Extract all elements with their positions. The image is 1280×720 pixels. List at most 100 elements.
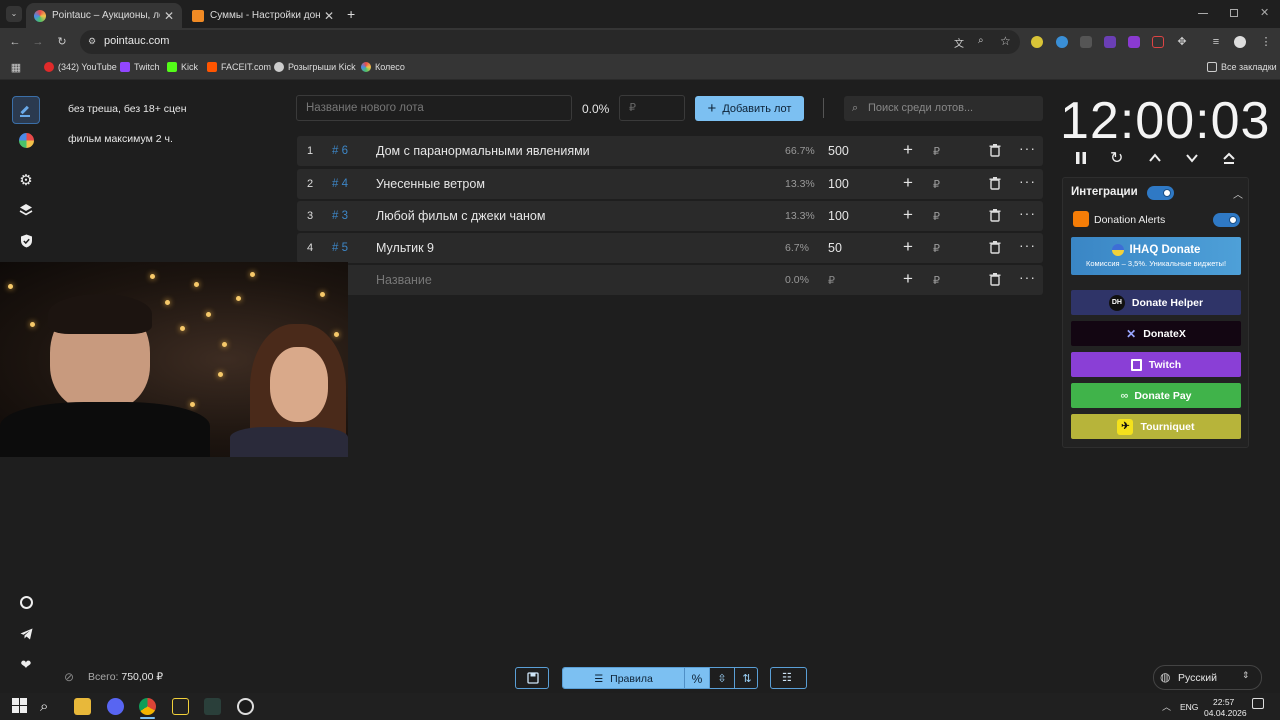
tab-donation-settings[interactable]: Суммы - Настройки донатов ✕ <box>184 3 342 28</box>
tray-chevron-icon[interactable]: ︿ <box>1162 700 1171 713</box>
discord-icon[interactable] <box>107 698 124 715</box>
bookmark-youtube[interactable]: (342) YouTube <box>44 62 117 72</box>
clear-lots-button[interactable]: ☷ <box>770 667 807 689</box>
tab-search-button[interactable]: ⌄ <box>6 6 22 22</box>
windows-start-icon[interactable] <box>12 698 29 715</box>
restart-icon[interactable]: ↻ <box>1110 148 1126 167</box>
lot-currency[interactable]: ₽ <box>933 242 940 255</box>
double-chevron-up-icon[interactable] <box>1222 151 1238 167</box>
back-icon[interactable]: ← <box>9 36 21 48</box>
new-lot-amount-input[interactable]: ₽ <box>619 95 685 121</box>
add-lot-button[interactable]: + Добавить лот <box>695 96 804 121</box>
collapse-chevron-icon[interactable]: ︿ <box>1233 186 1243 201</box>
address-bar[interactable]: ⚙ pointauc.com 文 ⌕ ☆ <box>80 30 1020 54</box>
app-icon[interactable] <box>172 698 189 715</box>
layers-nav-button[interactable] <box>12 196 40 224</box>
terminal-icon[interactable] <box>204 698 221 715</box>
bookmark-wheel[interactable]: Колесо <box>361 62 405 72</box>
save-button[interactable] <box>515 667 549 689</box>
language-select[interactable]: ◍ Русский ⇕ <box>1153 665 1262 690</box>
bookmark-kick[interactable]: Kick <box>167 62 198 72</box>
all-bookmarks[interactable]: Все закладки <box>1207 62 1277 72</box>
lot-currency[interactable]: ₽ <box>933 274 940 287</box>
more-options-icon[interactable]: ··· <box>1019 269 1036 285</box>
hide-total-icon[interactable]: ⊘ <box>64 670 74 684</box>
extensions-puzzle-icon[interactable]: ✥ <box>1176 36 1188 48</box>
reduce-time-chevron-down-icon[interactable] <box>1185 151 1201 167</box>
bookmark-twitch[interactable]: Twitch <box>120 62 160 72</box>
trash-icon[interactable] <box>989 144 1001 160</box>
lot-amount[interactable]: 100 <box>828 209 849 223</box>
more-options-icon[interactable]: ··· <box>1019 205 1036 221</box>
search-icon[interactable]: ⌕ <box>40 698 57 715</box>
donation-alerts-toggle[interactable] <box>1213 213 1240 227</box>
new-lot-name-input[interactable]: Название нового лота <box>296 95 572 121</box>
lot-currency[interactable]: ₽ <box>933 145 940 158</box>
integrations-toggle[interactable] <box>1147 186 1174 200</box>
bookmark-kick-giveaways[interactable]: Розыгрыши Kick <box>274 62 356 72</box>
add-amount-icon[interactable]: + <box>903 269 913 289</box>
donate-nav-button[interactable]: ❤ <box>12 651 40 679</box>
restore-window-icon[interactable] <box>1230 9 1238 17</box>
obs-icon[interactable] <box>237 698 254 715</box>
lot-currency[interactable]: ₽ <box>933 178 940 191</box>
forward-icon[interactable]: → <box>32 36 44 48</box>
lot-amount[interactable]: 50 <box>828 241 842 255</box>
lot-currency[interactable]: ₽ <box>933 210 940 223</box>
trash-icon[interactable] <box>989 241 1001 257</box>
bookmark-star-icon[interactable]: ☆ <box>1000 34 1011 48</box>
donate-pay-button[interactable]: ∞ Donate Pay <box>1071 383 1241 408</box>
ihaq-donate-button[interactable]: IHAQ Donate Комиссия – 3,5%. Уникальные … <box>1071 237 1241 275</box>
extension-icon[interactable] <box>1128 36 1140 48</box>
reload-icon[interactable]: ↻ <box>56 36 68 48</box>
add-amount-icon[interactable]: + <box>903 140 913 160</box>
site-info-icon[interactable]: ⚙ <box>88 36 96 47</box>
extension-icon[interactable] <box>1080 36 1092 48</box>
bookmark-faceit[interactable]: FACEIT.com <box>207 62 271 72</box>
tourniquet-button[interactable]: ✈ Tourniquet <box>1071 414 1241 439</box>
lot-name[interactable]: Унесенные ветром <box>376 177 485 191</box>
notifications-icon[interactable] <box>1252 698 1264 709</box>
more-options-icon[interactable]: ··· <box>1019 173 1036 189</box>
translate-icon[interactable]: 文 <box>954 35 964 50</box>
extension-icon[interactable] <box>1031 36 1043 48</box>
file-explorer-icon[interactable] <box>74 698 91 715</box>
lot-amount[interactable]: 100 <box>828 177 849 191</box>
profile-avatar[interactable] <box>1234 36 1246 48</box>
extension-icon[interactable] <box>1104 36 1116 48</box>
add-amount-icon[interactable]: + <box>903 173 913 193</box>
add-time-chevron-up-icon[interactable] <box>1148 151 1164 167</box>
lot-name[interactable]: Любой фильм с джеки чаном <box>376 209 545 223</box>
close-tab-icon[interactable]: ✕ <box>164 9 174 23</box>
lot-name[interactable]: Дом с паранормальными явлениями <box>376 144 590 158</box>
trash-icon[interactable] <box>989 273 1001 289</box>
minimize-window-icon[interactable] <box>1198 13 1208 14</box>
shield-nav-button[interactable] <box>12 227 40 255</box>
trash-icon[interactable] <box>989 177 1001 193</box>
chrome-icon[interactable] <box>139 698 156 715</box>
add-amount-icon[interactable]: + <box>903 237 913 257</box>
zoom-icon[interactable]: ⌕ <box>978 35 984 46</box>
add-amount-icon[interactable]: + <box>903 205 913 225</box>
lot-search-input[interactable]: ⌕ Поиск среди лотов... <box>844 96 1043 121</box>
new-tab-button[interactable]: + <box>347 6 355 22</box>
extension-icon[interactable] <box>1056 36 1068 48</box>
more-options-icon[interactable]: ··· <box>1019 237 1036 253</box>
sort-button[interactable]: ⇅ <box>734 668 757 688</box>
lot-name[interactable]: Мультик 9 <box>376 241 434 255</box>
extension-icon[interactable] <box>1152 36 1164 48</box>
telegram-nav-button[interactable] <box>12 620 40 648</box>
auction-nav-button[interactable] <box>12 96 40 124</box>
browser-menu-icon[interactable]: ⋮ <box>1260 36 1272 48</box>
rules-button[interactable]: ☰ Правила <box>563 668 684 688</box>
input-language[interactable]: ENG <box>1180 702 1198 712</box>
percent-toggle-button[interactable]: % <box>684 668 709 688</box>
more-options-icon[interactable]: ··· <box>1019 140 1036 156</box>
pause-icon[interactable] <box>1074 151 1090 167</box>
compress-button[interactable]: ⇳ <box>709 668 734 688</box>
settings-nav-button[interactable]: ⚙ <box>12 166 40 194</box>
clock-date[interactable]: 04.04.2026 <box>1204 708 1247 718</box>
apps-grid-icon[interactable]: ▦ <box>10 62 22 74</box>
wheel-nav-button[interactable] <box>12 126 40 154</box>
tab-groups-icon[interactable]: ≡ <box>1210 36 1222 48</box>
